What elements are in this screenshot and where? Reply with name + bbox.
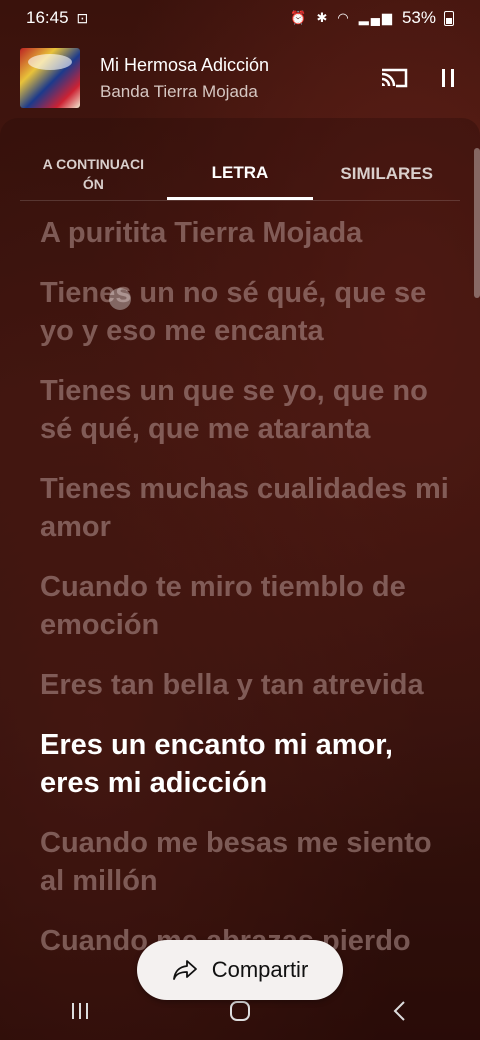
- scrollbar[interactable]: [474, 148, 480, 298]
- tab-up-next[interactable]: A CONTINUACI ÓN: [20, 148, 167, 200]
- screenshot-icon: ⊡: [76, 9, 89, 26]
- lyric-line[interactable]: Tienes un que se yo, que no sé qué, que …: [40, 372, 450, 448]
- share-label: Compartir: [211, 957, 309, 982]
- tab-related[interactable]: SIMILARES: [313, 148, 460, 200]
- lyric-line[interactable]: Tienes un no sé qué, que se yo y eso me …: [40, 274, 450, 350]
- album-art[interactable]: [20, 48, 80, 108]
- lyric-line[interactable]: Cuando te miro tiemblo de emoción: [40, 568, 450, 644]
- touch-indicator: [109, 288, 131, 310]
- home-icon: [230, 1001, 250, 1021]
- tab-lyrics[interactable]: LETRA: [166, 148, 314, 200]
- pause-icon: [442, 69, 454, 87]
- cast-button[interactable]: [374, 58, 414, 98]
- cast-icon: [381, 68, 408, 88]
- pause-button[interactable]: [428, 58, 468, 98]
- bluetooth-icon: ✱: [316, 10, 330, 25]
- back-button[interactable]: [380, 991, 420, 1031]
- lyrics-list[interactable]: A puritita Tierra Mojada Tienes un no sé…: [40, 190, 450, 1040]
- share-icon: [172, 960, 197, 980]
- wifi-icon: ◠: [337, 10, 351, 25]
- song-artist: Banda Tierra Mojada: [100, 81, 258, 101]
- recent-apps-button[interactable]: [60, 991, 100, 1031]
- lyric-line[interactable]: Cuando me besas me siento al millón: [40, 824, 450, 900]
- tab-bar: A CONTINUACI ÓN LETRA SIMILARES: [20, 148, 460, 201]
- back-icon: [393, 1001, 405, 1021]
- alarm-icon: ⏰: [290, 10, 309, 25]
- status-bar: 16:45 ⊡ ⏰ ✱ ◠ ▂▄▆ 53%: [0, 0, 480, 36]
- signal-icon: ▂▄▆: [358, 10, 394, 25]
- song-title: Mi Hermosa Adicción: [100, 54, 270, 75]
- lyric-line[interactable]: A puritita Tierra Mojada: [40, 214, 450, 252]
- recent-apps-icon: [72, 1003, 88, 1019]
- lyric-line[interactable]: Eres tan bella y tan atrevida: [40, 666, 450, 704]
- share-button[interactable]: Compartir: [137, 940, 343, 1000]
- lyric-line-current[interactable]: Eres un encanto mi amor, eres mi adicció…: [40, 726, 450, 802]
- battery-icon: [444, 10, 454, 26]
- battery-percentage: 53%: [401, 8, 436, 27]
- song-info[interactable]: Mi Hermosa Adicción Banda Tierra Mojada: [100, 55, 374, 102]
- clock: 16:45: [26, 8, 69, 27]
- lyric-line[interactable]: Tienes muchas cualidades mi amor: [40, 470, 450, 546]
- now-playing-bar[interactable]: Mi Hermosa Adicción Banda Tierra Mojada: [0, 40, 480, 116]
